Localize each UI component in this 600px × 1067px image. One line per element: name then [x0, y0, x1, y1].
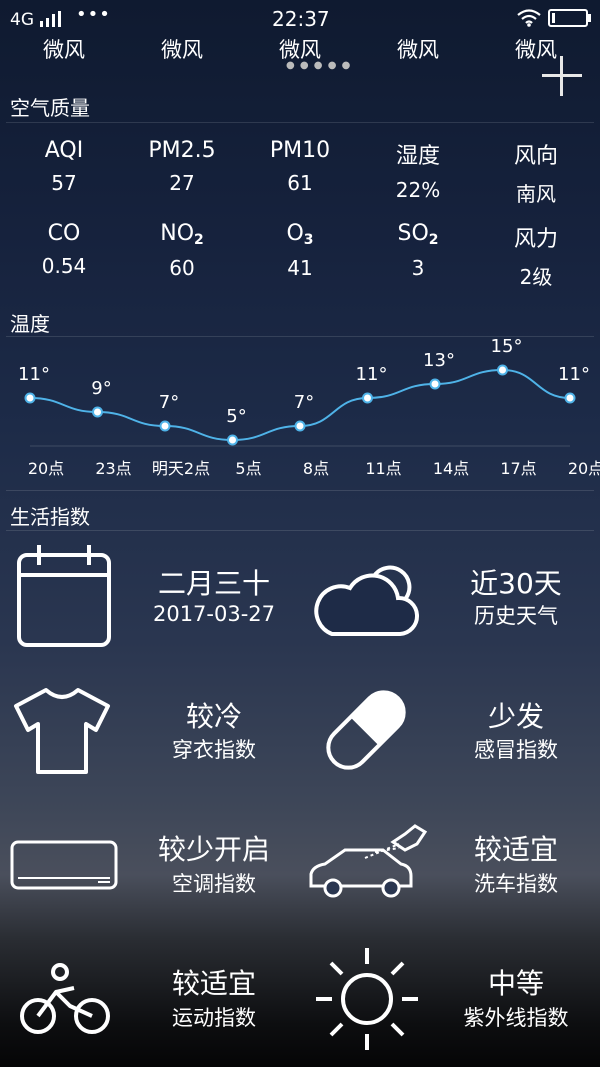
cloud-sun-icon [314, 565, 420, 636]
air-conditioner-icon [10, 840, 118, 890]
carwash-index-value: 较适宜 [473, 833, 558, 866]
temperature-label: 11° [558, 364, 590, 385]
temperature-title: 温度 [10, 312, 50, 336]
temperature-label: 13° [423, 350, 455, 371]
air-quality-title: 空气质量 [10, 96, 90, 120]
temperature-label: 9° [91, 378, 112, 399]
temperature-point [429, 378, 441, 390]
history-label[interactable]: 历史天气 [416, 600, 600, 630]
temperature-label: 7° [158, 392, 180, 413]
divider [6, 122, 594, 123]
wifi-icon [517, 9, 541, 27]
aq-item-no2: NO2 60 [160, 221, 204, 280]
calendar-icon [17, 545, 111, 647]
aq-item-wind-force: 风力 2级 [513, 227, 558, 289]
history-title[interactable]: 近30天 [416, 562, 600, 602]
add-city-button[interactable] [540, 54, 584, 98]
life-index-title: 生活指数 [10, 505, 90, 529]
temperature-label: 15° [490, 336, 523, 357]
pill-icon [326, 690, 406, 770]
divider [6, 490, 594, 491]
temperature-point [159, 420, 171, 432]
signal-icon [40, 11, 61, 27]
tshirt-icon [14, 688, 110, 774]
temperature-point [362, 392, 373, 404]
temperature-label: 11° [355, 364, 388, 385]
temperature-point [497, 364, 508, 376]
lunar-date: 二月三十 [157, 567, 270, 600]
aq-item-o3: O3 41 [286, 221, 314, 280]
aq-item-pm10: PM10 61 [269, 138, 331, 195]
network-type: 4G [10, 10, 34, 30]
clock: 22:37 [272, 7, 330, 31]
uv-index-label: 紫外线指数 [463, 1006, 569, 1030]
status-bar: 4G ••• 22:37 [0, 0, 600, 36]
hour-label: 20点 [567, 459, 600, 478]
clothing-index-label: 穿衣指数 [172, 738, 256, 762]
temperature-label: 5° [226, 406, 247, 427]
temperature-label: 7° [293, 392, 315, 413]
notification-dots: ••• [76, 4, 111, 25]
divider [6, 530, 594, 531]
aq-item-co: CO 0.54 [41, 221, 87, 278]
temperature-point [24, 392, 36, 404]
battery-icon [548, 9, 591, 27]
wind-label: 微风 [43, 38, 85, 62]
temperature-label: 11° [18, 364, 50, 385]
cold-index-label: 感冒指数 [474, 738, 558, 762]
ac-index-value: 较少开启 [157, 833, 270, 866]
aq-item-wind-direction: 风向 南风 [513, 144, 558, 206]
page-indicator: ● ● ● ● ● [286, 60, 352, 71]
ac-index-label: 空调指数 [172, 872, 256, 896]
aq-item-pm25: PM2.5 27 [148, 138, 216, 195]
bicycle-icon [20, 963, 110, 1034]
carwash-index-label: 洗车指数 [474, 872, 558, 896]
solar-date: 2017-03-27 [152, 602, 276, 626]
aq-item-humidity: 湿度 22% [395, 144, 441, 202]
temperature-point [227, 434, 238, 446]
temperature-point [92, 406, 103, 418]
clothing-index-value: 较冷 [185, 700, 242, 733]
aq-item-so2: SO2 3 [397, 221, 439, 280]
sport-index-value: 较适宜 [171, 967, 256, 1000]
wind-label: 微风 [161, 38, 203, 62]
uv-index-value: 中等 [487, 967, 544, 1000]
sport-index-label: 运动指数 [172, 1006, 256, 1030]
temperature-point [294, 420, 306, 432]
aq-item-aqi: AQI 57 [44, 138, 84, 195]
temperature-point [564, 392, 576, 404]
sun-icon [316, 948, 418, 1050]
wind-label: 微风 [397, 38, 439, 62]
cold-index-value: 少发 [487, 700, 544, 733]
